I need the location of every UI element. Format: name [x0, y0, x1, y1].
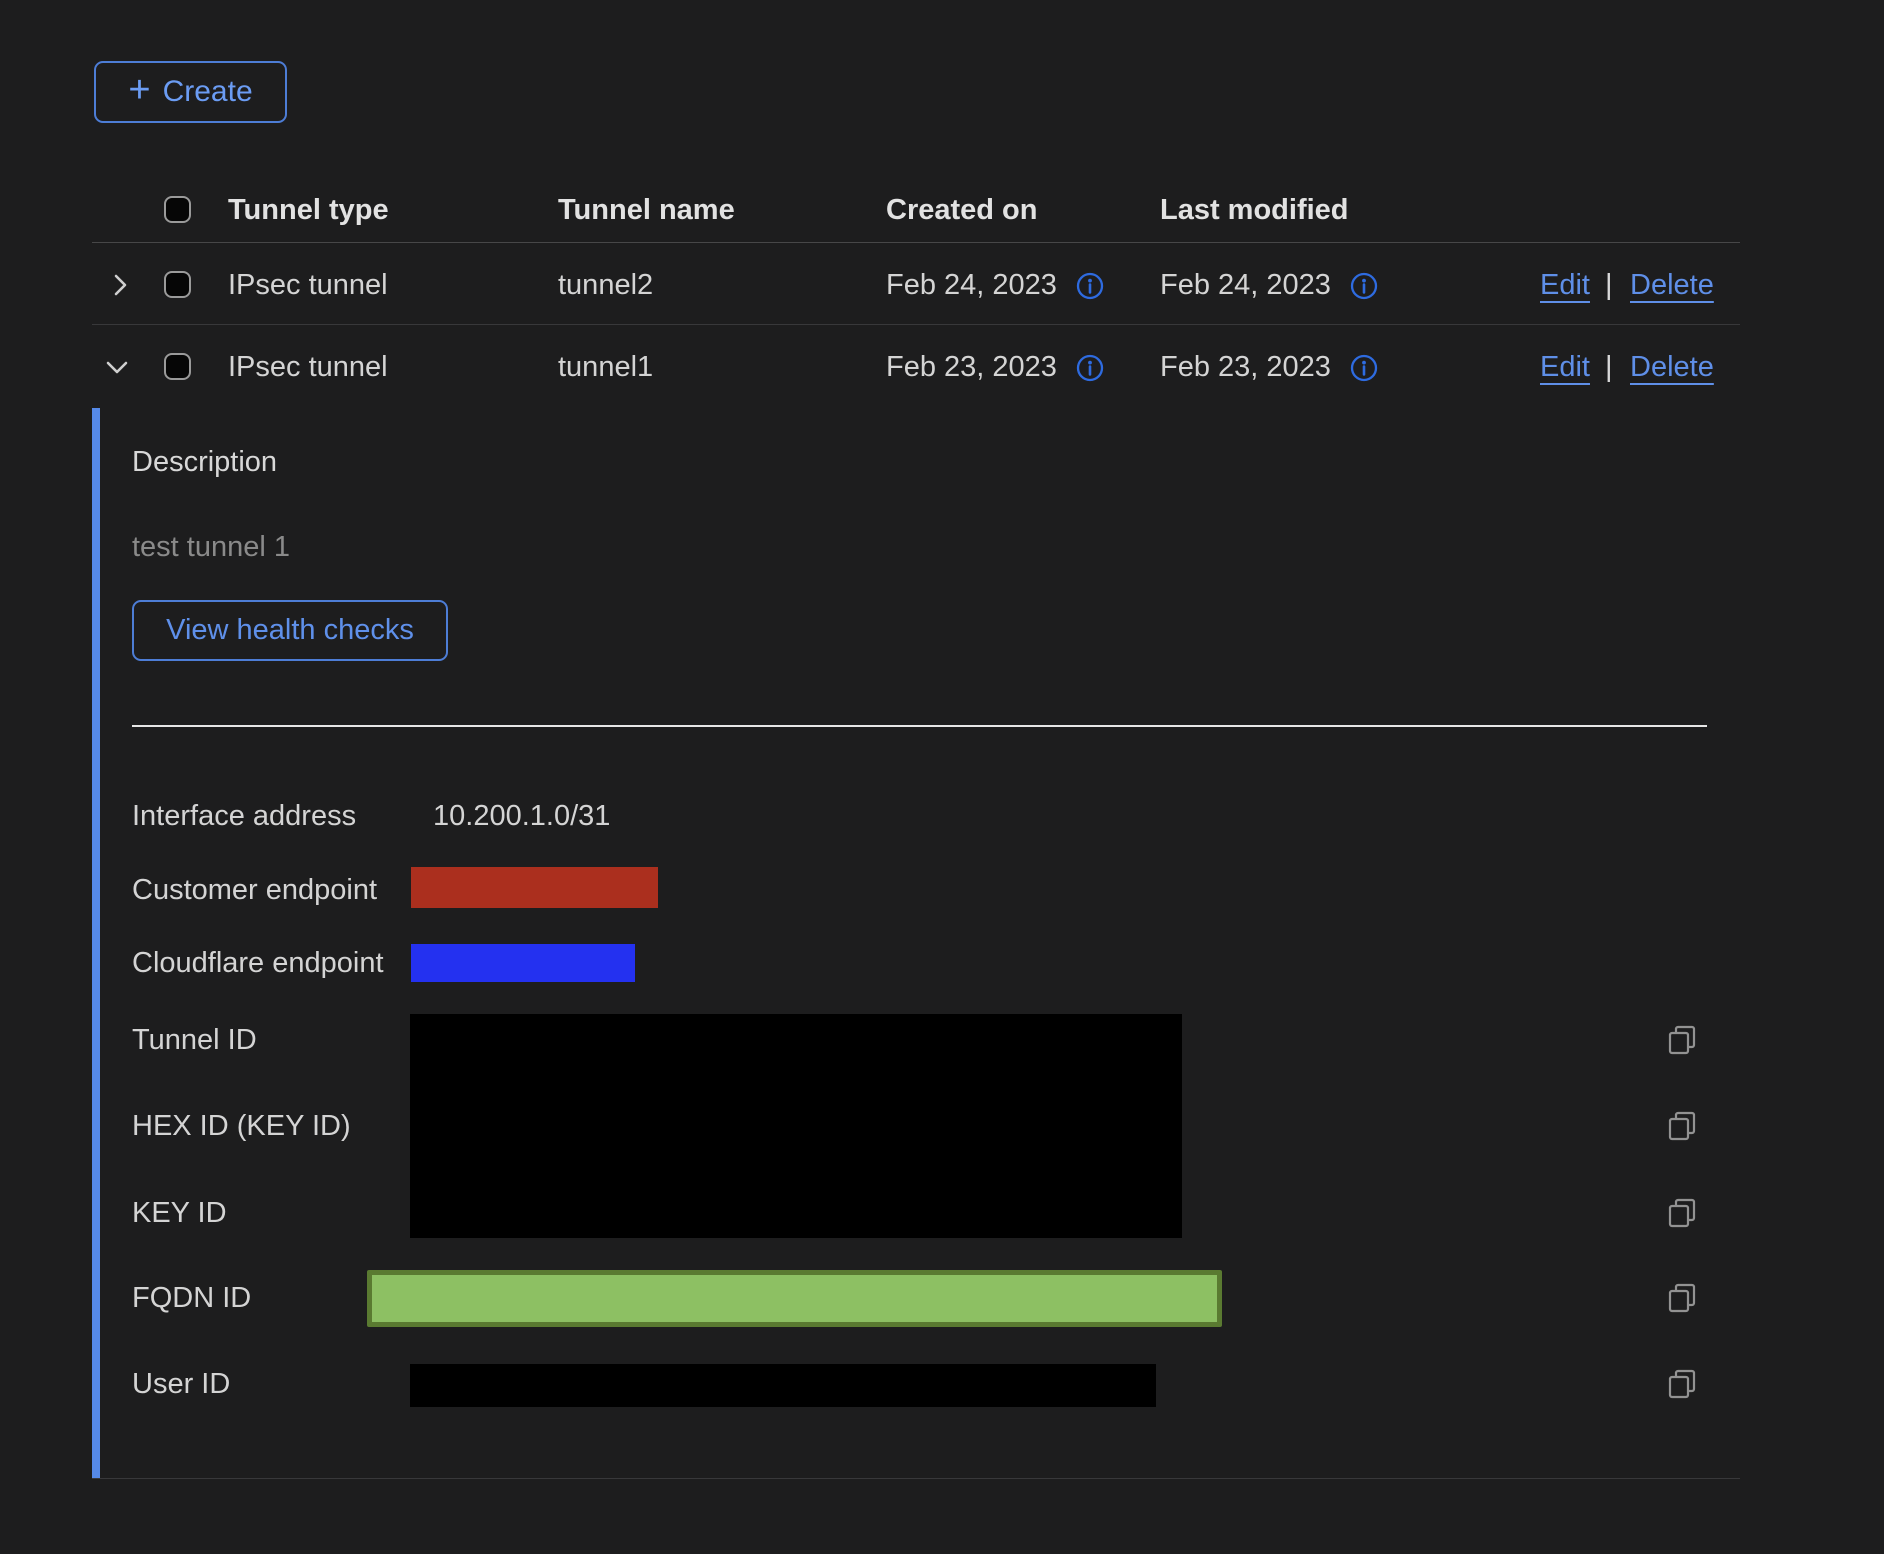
- key-id-label: KEY ID: [132, 1196, 227, 1230]
- created-on-cell: Feb 23, 2023: [886, 350, 1057, 384]
- tunnel-name-cell: tunnel1: [558, 350, 653, 384]
- column-header-tunnel-name: Tunnel name: [558, 193, 735, 227]
- edit-link[interactable]: Edit: [1540, 350, 1590, 384]
- info-icon[interactable]: [1350, 354, 1378, 382]
- fqdn-id-label: FQDN ID: [132, 1281, 251, 1315]
- cloudflare-endpoint-label: Cloudflare endpoint: [132, 946, 384, 980]
- info-icon[interactable]: [1350, 272, 1378, 300]
- plus-icon: +: [128, 75, 150, 105]
- action-separator: |: [1605, 268, 1613, 302]
- tunnel-type-cell: IPsec tunnel: [228, 350, 388, 384]
- last-modified-cell: Feb 24, 2023: [1160, 268, 1331, 302]
- info-icon[interactable]: [1076, 354, 1104, 382]
- copy-icon[interactable]: [1666, 1282, 1698, 1314]
- interface-address-value: 10.200.1.0/31: [433, 799, 610, 833]
- tunnel-type-cell: IPsec tunnel: [228, 268, 388, 302]
- hex-id-label: HEX ID (KEY ID): [132, 1109, 351, 1143]
- tunnel-id-label: Tunnel ID: [132, 1023, 257, 1057]
- row-checkbox[interactable]: [164, 353, 191, 380]
- expanded-row-accent-bar: [92, 408, 100, 1478]
- column-header-tunnel-type: Tunnel type: [228, 193, 389, 227]
- customer-endpoint-label: Customer endpoint: [132, 873, 377, 907]
- edit-link[interactable]: Edit: [1540, 268, 1590, 302]
- customer-endpoint-redacted-value: [411, 867, 658, 908]
- info-icon[interactable]: [1076, 272, 1104, 300]
- copy-icon[interactable]: [1666, 1197, 1698, 1229]
- description-label: Description: [132, 445, 277, 479]
- expand-chevron-right-icon[interactable]: [106, 271, 134, 299]
- column-header-created-on: Created on: [886, 193, 1037, 227]
- column-header-last-modified: Last modified: [1160, 193, 1349, 227]
- create-button[interactable]: + Create: [94, 61, 287, 123]
- create-button-label: Create: [163, 75, 253, 109]
- tunnel-name-cell: tunnel2: [558, 268, 653, 302]
- section-divider: [132, 725, 1707, 727]
- created-on-cell: Feb 24, 2023: [886, 268, 1057, 302]
- row-divider: [92, 1478, 1740, 1479]
- copy-icon[interactable]: [1666, 1024, 1698, 1056]
- delete-link[interactable]: Delete: [1630, 350, 1714, 384]
- select-all-checkbox[interactable]: [164, 196, 191, 223]
- action-separator: |: [1605, 350, 1613, 384]
- row-checkbox[interactable]: [164, 271, 191, 298]
- view-health-checks-button[interactable]: View health checks: [132, 600, 448, 661]
- header-divider: [92, 242, 1740, 243]
- view-health-checks-label: View health checks: [166, 614, 414, 647]
- copy-icon[interactable]: [1666, 1368, 1698, 1400]
- last-modified-cell: Feb 23, 2023: [1160, 350, 1331, 384]
- description-value: test tunnel 1: [132, 530, 290, 564]
- fqdn-id-redacted-value: [367, 1270, 1222, 1327]
- delete-link[interactable]: Delete: [1630, 268, 1714, 302]
- collapse-chevron-down-icon[interactable]: [103, 353, 131, 381]
- cloudflare-endpoint-redacted-value: [411, 944, 635, 982]
- ipsec-tunnels-page: + Create Tunnel type Tunnel name Created…: [0, 0, 1884, 1554]
- interface-address-label: Interface address: [132, 799, 356, 833]
- row-divider: [92, 324, 1740, 325]
- tunnel-hex-key-id-redacted-values: [410, 1014, 1182, 1238]
- copy-icon[interactable]: [1666, 1110, 1698, 1142]
- user-id-label: User ID: [132, 1367, 230, 1401]
- user-id-redacted-value: [410, 1364, 1156, 1407]
